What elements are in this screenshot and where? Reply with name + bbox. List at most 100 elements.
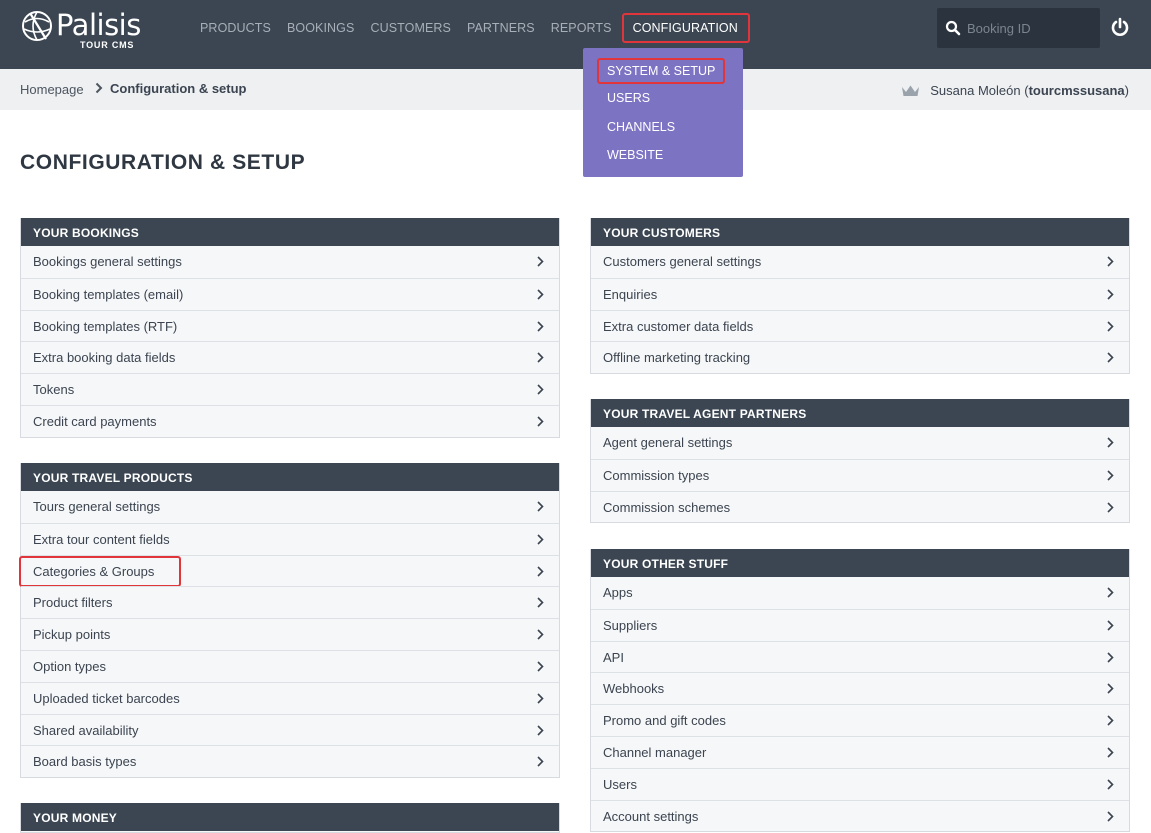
chevron-right-icon	[1107, 747, 1114, 758]
settings-row-commission-types[interactable]: Commission types	[591, 458, 1129, 491]
settings-row-api[interactable]: API	[591, 640, 1129, 673]
nav-reports[interactable]: REPORTS	[551, 21, 612, 35]
panel-your-bookings: YOUR BOOKINGS Bookings general settings B…	[20, 218, 560, 438]
chevron-right-icon	[95, 82, 103, 94]
booking-search	[937, 8, 1100, 48]
menu-item-system-setup[interactable]: SYSTEM & SETUP	[597, 58, 726, 84]
settings-row-uploaded-ticket-barcodes[interactable]: Uploaded ticket barcodes	[21, 681, 559, 714]
settings-row-product-filters[interactable]: Product filters	[21, 586, 559, 619]
chevron-right-icon	[1107, 620, 1114, 631]
chevron-right-icon	[537, 725, 544, 736]
settings-row-booking-templates-rtf[interactable]: Booking templates (RTF)	[21, 309, 559, 342]
menu-item-users[interactable]: USERS	[607, 91, 650, 105]
settings-row-apps[interactable]: Apps	[591, 577, 1129, 609]
settings-row-label: Board basis types	[33, 754, 137, 770]
search-icon[interactable]	[945, 20, 961, 36]
menu-item-website[interactable]: WEBSITE	[607, 148, 663, 162]
settings-row-extra-tour-content-fields[interactable]: Extra tour content fields	[21, 522, 559, 555]
settings-row-label: Pickup points	[33, 627, 111, 643]
settings-row-label: Users	[603, 776, 637, 792]
crown-icon	[902, 85, 920, 96]
settings-row-booking-templates-email[interactable]: Booking templates (email)	[21, 277, 559, 310]
panel-title: YOUR MONEY	[21, 803, 559, 831]
settings-row-label: Shared availability	[33, 722, 139, 738]
settings-row-label: Credit card payments	[33, 413, 157, 429]
breadcrumb-home-link[interactable]: Homepage	[20, 82, 84, 97]
booking-id-input[interactable]	[967, 17, 1092, 39]
settings-row-credit-card-payments[interactable]: Credit card payments	[21, 404, 559, 437]
settings-row-promo-and-gift-codes[interactable]: Promo and gift codes	[591, 704, 1129, 736]
configuration-dropdown-menu: SYSTEM & SETUP USERS CHANNELS WEBSITE	[583, 48, 743, 177]
settings-row-label: Uploaded ticket barcodes	[33, 690, 180, 706]
settings-row-label: Product filters	[33, 595, 113, 611]
settings-row-label: Booking templates (email)	[33, 286, 184, 302]
settings-row-channel-manager[interactable]: Channel manager	[591, 735, 1129, 768]
settings-row-webhooks[interactable]: Webhooks	[591, 672, 1129, 705]
settings-row-pickup-points[interactable]: Pickup points	[21, 618, 559, 650]
settings-row-suppliers[interactable]: Suppliers	[591, 608, 1129, 641]
chevron-right-icon	[1107, 470, 1114, 481]
settings-row-tokens[interactable]: Tokens	[21, 373, 559, 405]
settings-row-label: Extra tour content fields	[33, 531, 170, 547]
settings-row-account-settings[interactable]: Account settings	[591, 799, 1129, 832]
settings-row-label: Option types	[33, 658, 106, 674]
chevron-right-icon	[1107, 321, 1114, 332]
panel-your-money: YOUR MONEY	[20, 803, 560, 833]
settings-row-label: Promo and gift codes	[603, 713, 726, 729]
chevron-right-icon	[537, 416, 544, 427]
chevron-right-icon	[537, 597, 544, 608]
settings-row-label: Bookings general settings	[33, 254, 182, 269]
nav-customers[interactable]: CUSTOMERS	[370, 21, 451, 35]
settings-row-customers-general-settings[interactable]: Customers general settings	[591, 246, 1129, 278]
chevron-right-icon	[537, 289, 544, 300]
globe-logo-icon	[22, 11, 52, 41]
settings-row-agent-general-settings[interactable]: Agent general settings	[591, 427, 1129, 459]
settings-row-categories-groups[interactable]: Categories & Groups	[19, 554, 559, 587]
menu-item-channels[interactable]: CHANNELS	[607, 120, 675, 134]
palisis-logo[interactable]: Palisis TOUR CMS	[20, 8, 150, 53]
chevron-right-icon	[1107, 811, 1114, 822]
nav-configuration[interactable]: CONFIGURATION	[621, 13, 750, 43]
nav-bookings[interactable]: BOOKINGS	[287, 21, 354, 35]
brand-name: Palisis	[56, 8, 141, 42]
chevron-right-icon	[537, 693, 544, 704]
panel-title: YOUR CUSTOMERS	[591, 218, 1129, 246]
user-name: Susana Moleón	[930, 83, 1021, 98]
settings-row-board-basis-types[interactable]: Board basis types	[21, 745, 559, 778]
highlight-box	[19, 555, 181, 587]
settings-row-label: Commission schemes	[603, 499, 731, 515]
chevron-right-icon	[1107, 256, 1114, 267]
chevron-right-icon	[1107, 352, 1114, 363]
settings-row-label: Extra customer data fields	[603, 318, 754, 334]
breadcrumb-current: Configuration & setup	[110, 81, 247, 96]
chevron-right-icon	[1107, 437, 1114, 448]
panel-title: YOUR TRAVEL PRODUCTS	[21, 463, 559, 491]
settings-row-extra-customer-data-fields[interactable]: Extra customer data fields	[591, 309, 1129, 342]
breadcrumb: Homepage Configuration & setup Susana Mo…	[0, 69, 1151, 110]
settings-row-shared-availability[interactable]: Shared availability	[21, 713, 559, 746]
user-login: tourcmssusana	[1028, 83, 1125, 98]
settings-row-label: Extra booking data fields	[33, 350, 176, 366]
panel-title: YOUR TRAVEL AGENT PARTNERS	[591, 399, 1129, 427]
page-title: CONFIGURATION & SETUP	[20, 151, 306, 174]
chevron-right-icon	[537, 321, 544, 332]
top-navigation-bar: Palisis TOUR CMS PRODUCTS BOOKINGS CUSTO…	[0, 0, 1151, 69]
nav-products[interactable]: PRODUCTS	[200, 21, 271, 35]
settings-row-commission-schemes[interactable]: Commission schemes	[591, 490, 1129, 523]
settings-row-enquiries[interactable]: Enquiries	[591, 277, 1129, 310]
settings-row-option-types[interactable]: Option types	[21, 649, 559, 682]
chevron-right-icon	[537, 352, 544, 363]
settings-row-extra-booking-data-fields[interactable]: Extra booking data fields	[21, 341, 559, 374]
panel-your-travel-agent-partners: YOUR TRAVEL AGENT PARTNERS Agent general…	[590, 399, 1130, 524]
settings-row-tours-general-settings[interactable]: Tours general settings	[21, 491, 559, 523]
settings-row-label: API	[603, 649, 624, 665]
chevron-right-icon	[537, 756, 544, 767]
settings-row-label: Webhooks	[603, 681, 665, 697]
settings-row-offline-marketing-tracking[interactable]: Offline marketing tracking	[591, 341, 1129, 374]
nav-partners[interactable]: PARTNERS	[467, 21, 535, 35]
settings-row-label: Channel manager	[603, 744, 707, 760]
settings-row-bookings-general-settings[interactable]: Bookings general settings	[21, 246, 559, 278]
user-info[interactable]: Susana Moleón (tourcmssusana)	[901, 83, 1129, 98]
settings-row-users[interactable]: Users	[591, 767, 1129, 800]
power-icon[interactable]	[1110, 17, 1130, 37]
